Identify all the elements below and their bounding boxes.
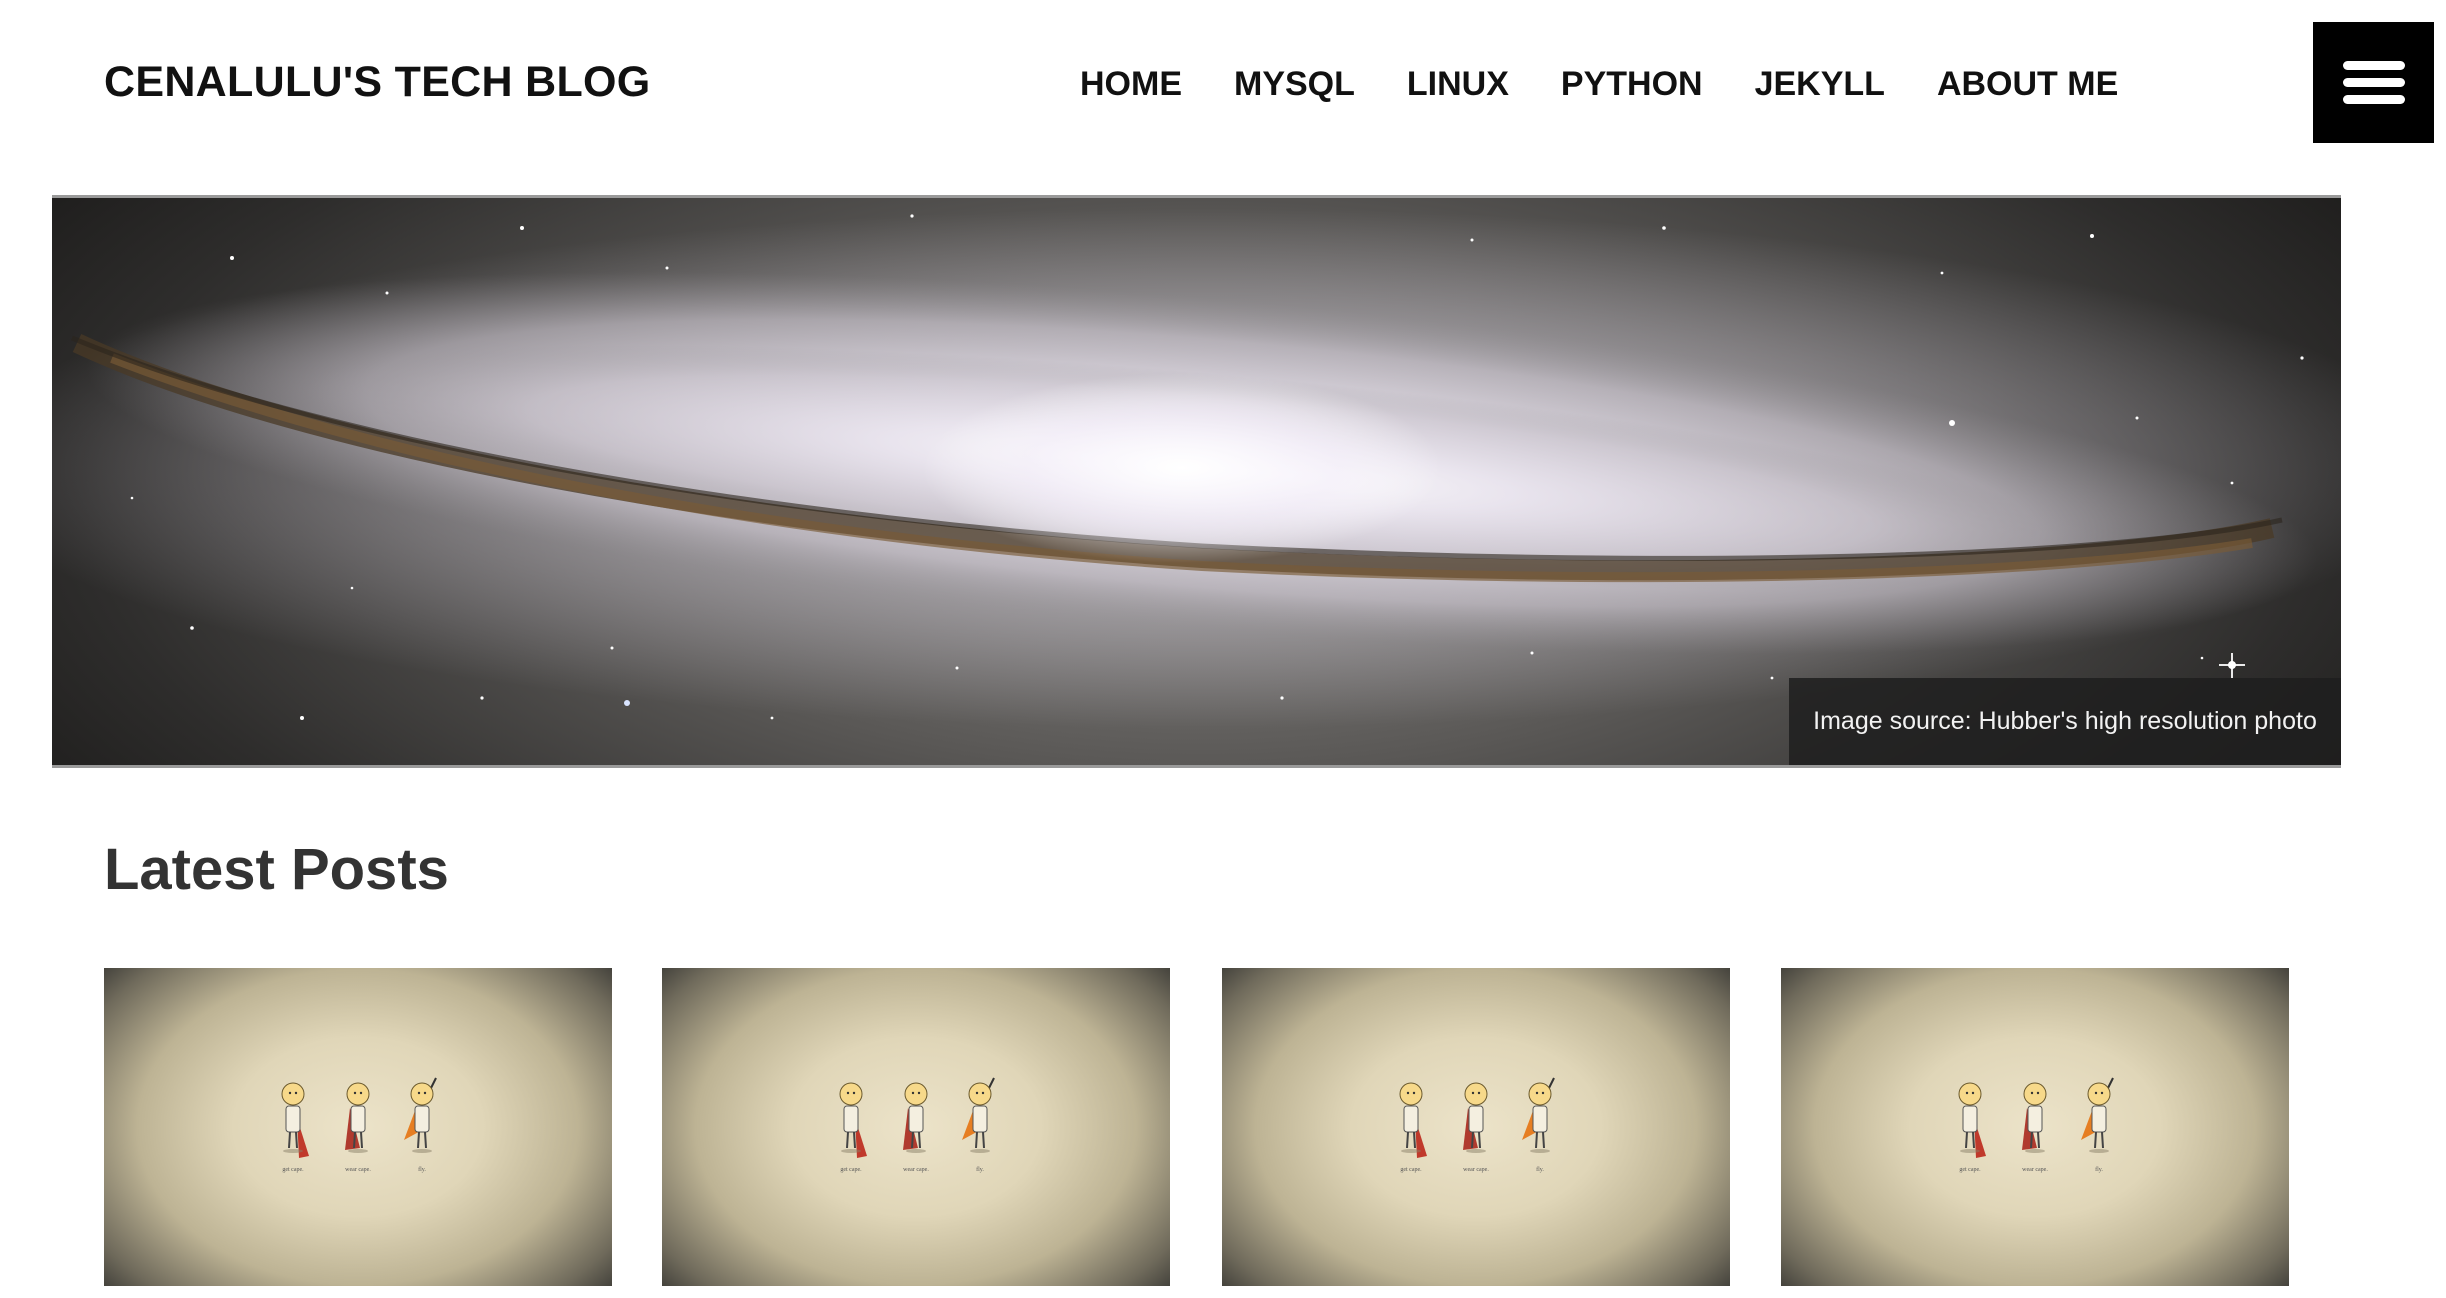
latest-posts-heading: Latest Posts (104, 837, 449, 902)
cape-character-figure (2081, 1077, 2114, 1153)
cape-illustration-image: get cape. wear cape. fly. (281, 1077, 437, 1173)
cape-illustration-image: get cape. wear cape. fly. (1399, 1077, 1555, 1173)
hamburger-menu-icon (2342, 78, 2405, 87)
nav-item-linux[interactable]: LINUX (1407, 65, 1509, 104)
nav-item-python[interactable]: PYTHON (1561, 65, 1703, 104)
cape-character-figure (345, 1082, 370, 1153)
cape-illustration-image: get cape. wear cape. fly. (1958, 1077, 2114, 1173)
hamburger-menu-icon (2342, 95, 2405, 104)
cape-character-figure (962, 1077, 995, 1153)
cape-character-figure (1463, 1082, 1488, 1153)
cape-caption-text: fly. (2095, 1166, 2103, 1173)
nav-item-mysql[interactable]: MYSQL (1234, 65, 1355, 104)
cape-illustration-image: get cape. wear cape. fly. (839, 1077, 995, 1173)
hamburger-menu-icon (2342, 61, 2405, 70)
nav-item-home[interactable]: HOME (1080, 65, 1182, 104)
cape-character-figure (2022, 1082, 2047, 1153)
cape-caption-text: wear cape. (2022, 1167, 2048, 1173)
cape-character-figure (1399, 1082, 1427, 1158)
cape-caption-text: fly. (418, 1166, 426, 1173)
post-card[interactable]: get cape. wear cape. fly. (662, 968, 1170, 1286)
cape-character-figure (903, 1082, 928, 1153)
cape-caption-text: wear cape. (1463, 1167, 1489, 1173)
post-card[interactable]: get cape. wear cape. fly. (104, 968, 612, 1286)
site-title-link[interactable]: CENALULU'S TECH BLOG (104, 58, 651, 107)
cape-caption-text: wear cape. (345, 1167, 371, 1173)
main-nav: HOME MYSQL LINUX PYTHON JEKYLL ABOUT ME (1080, 62, 2118, 106)
cape-caption-text: fly. (1536, 1166, 1544, 1173)
nav-item-about-me[interactable]: ABOUT ME (1937, 65, 2118, 104)
post-card[interactable]: get cape. wear cape. fly. (1781, 968, 2289, 1286)
cape-caption-text: get cape. (1400, 1167, 1422, 1173)
hero-banner: Image source: Hubber's high resolution p… (52, 195, 2341, 768)
hero-image-caption: Image source: Hubber's high resolution p… (1789, 678, 2341, 765)
cape-character-figure (1958, 1082, 1986, 1158)
cape-caption-text: wear cape. (903, 1167, 929, 1173)
nav-item-jekyll[interactable]: JEKYLL (1755, 65, 1885, 104)
post-card[interactable]: get cape. wear cape. fly. (1222, 968, 1730, 1286)
cape-character-figure (1522, 1077, 1555, 1153)
cape-character-figure (839, 1082, 867, 1158)
cape-caption-text: get cape. (282, 1167, 304, 1173)
cape-character-figure (281, 1082, 309, 1158)
cape-caption-text: get cape. (840, 1167, 862, 1173)
cape-caption-text: fly. (976, 1166, 984, 1173)
cape-caption-text: get cape. (1959, 1167, 1981, 1173)
menu-toggle-button[interactable] (2313, 22, 2434, 143)
cape-character-figure (404, 1077, 437, 1153)
site-header: CENALULU'S TECH BLOG HOME MYSQL LINUX PY… (0, 0, 2446, 195)
posts-grid: get cape. wear cape. fly. get cape. wear ca… (104, 968, 2292, 1288)
